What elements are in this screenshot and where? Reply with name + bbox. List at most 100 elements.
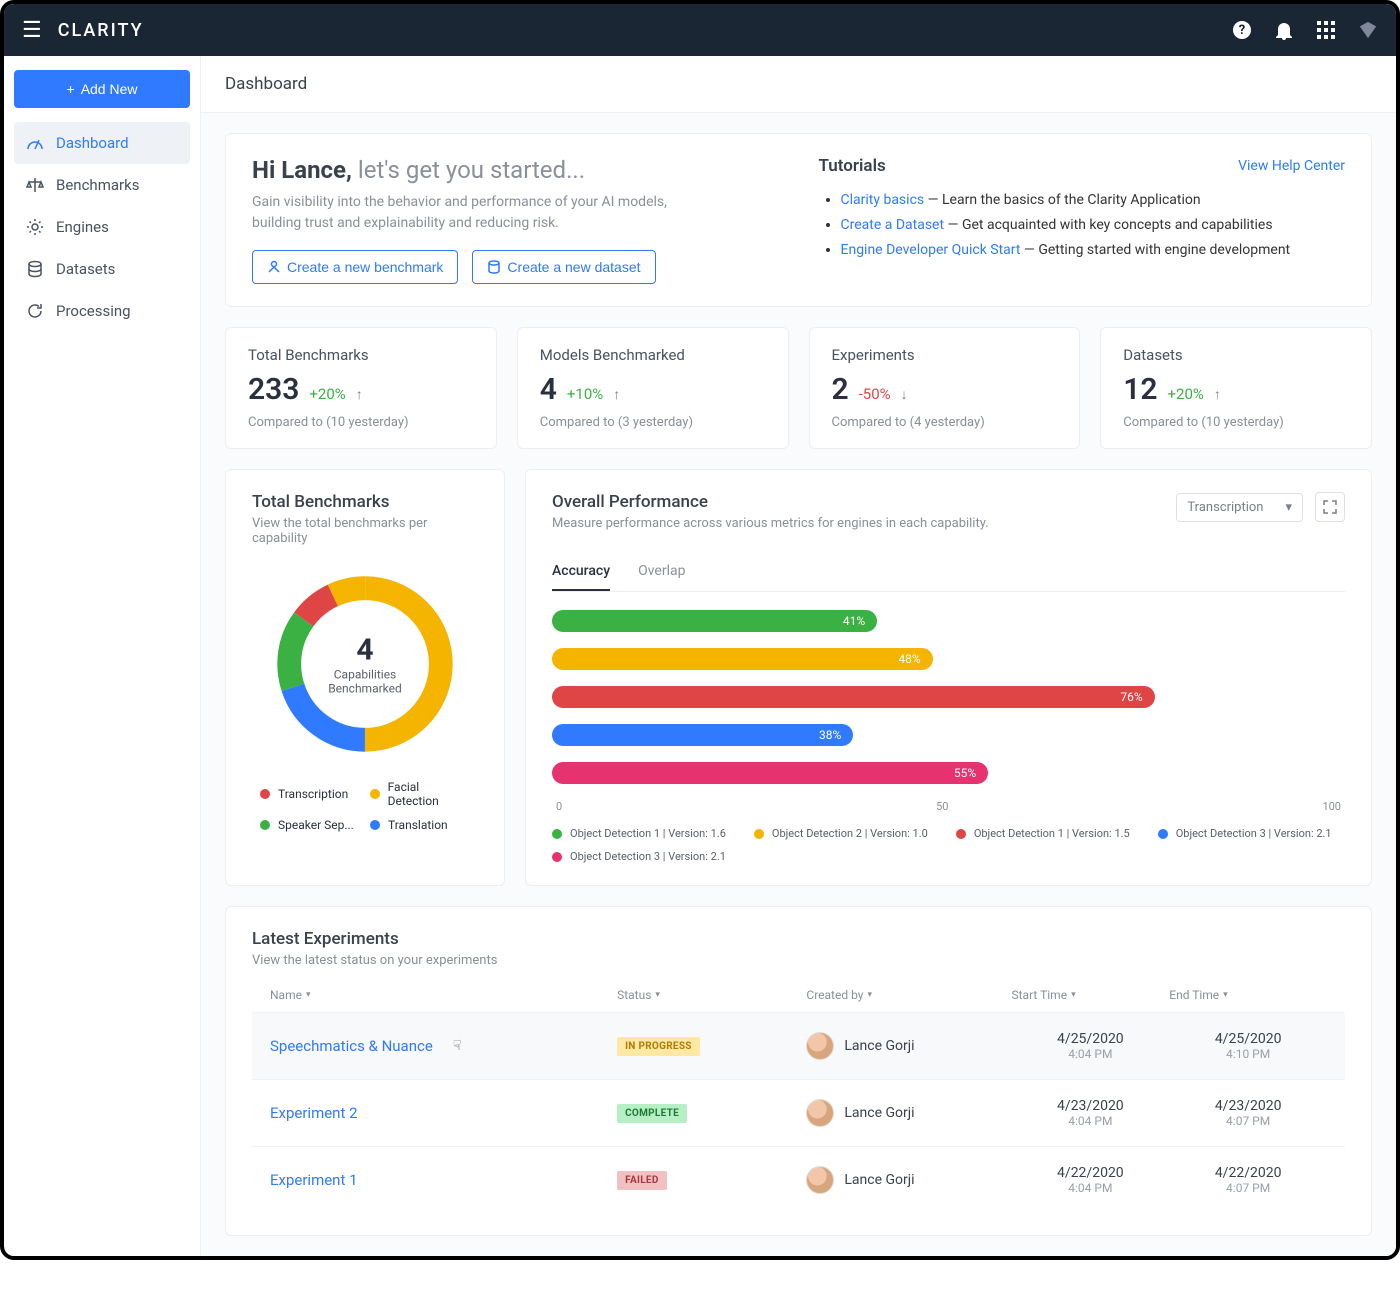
tab-overlap[interactable]: Overlap — [638, 563, 685, 591]
tutorial-item: Create a Dataset — Get acquainted with k… — [841, 213, 1346, 238]
expand-icon[interactable] — [1315, 492, 1345, 522]
stat-label: Datasets — [1123, 346, 1349, 364]
help-center-link[interactable]: View Help Center — [1238, 158, 1345, 174]
bar-row: 55% — [552, 762, 1345, 790]
main: Dashboard Hi Lance, let's get you starte… — [200, 56, 1396, 1256]
stat-value: 2 — [832, 372, 849, 407]
donut-center-value: 4 — [315, 633, 415, 668]
sort-caret-icon: ▾ — [1223, 990, 1228, 1000]
tutorial-desc: — Getting started with engine developmen… — [1020, 242, 1290, 258]
sidebar-item-dashboard[interactable]: Dashboard — [14, 122, 190, 164]
legend-dot-icon — [1158, 829, 1168, 839]
performance-tabs: Accuracy Overlap — [552, 563, 1345, 592]
col-name-header[interactable]: Name▾ — [270, 988, 617, 1002]
database-icon — [26, 260, 44, 278]
experiment-name-link[interactable]: Speechmatics & Nuance — [270, 1037, 433, 1055]
col-created-header[interactable]: Created by▾ — [806, 988, 1011, 1002]
arrow-up-icon: ↑ — [613, 386, 620, 403]
greeting-strong: Hi Lance, — [252, 156, 352, 184]
start-time: 4:04 PM — [1068, 1114, 1112, 1128]
stat-compare: Compared to (3 yesterday) — [540, 415, 766, 430]
stat-compare: Compared to (10 yesterday) — [1123, 415, 1349, 430]
create-dataset-button[interactable]: Create a new dataset — [472, 250, 655, 284]
sidebar-item-label: Benchmarks — [56, 176, 139, 194]
bar-row: 48% — [552, 648, 1345, 676]
legend-item: Object Detection 2 | Version: 1.0 — [754, 827, 928, 840]
bell-icon[interactable] — [1274, 20, 1294, 40]
start-date: 4/25/2020 — [1057, 1031, 1124, 1047]
bar: 38% — [552, 724, 853, 746]
gear-icon — [26, 218, 44, 236]
capability-select[interactable]: Transcription ▾ — [1176, 493, 1303, 522]
tutorial-link[interactable]: Engine Developer Quick Start — [841, 242, 1021, 258]
tutorials-list: Clarity basics — Learn the basics of the… — [819, 188, 1346, 264]
legend-dot-icon — [260, 820, 270, 830]
stat-delta: -50% — [859, 385, 891, 403]
experiment-name-link[interactable]: Experiment 2 — [270, 1104, 358, 1122]
add-new-label: Add New — [81, 81, 138, 97]
create-benchmark-label: Create a new benchmark — [287, 259, 443, 275]
sidebar-item-benchmarks[interactable]: Benchmarks — [14, 164, 190, 206]
hero-desc: Gain visibility into the behavior and pe… — [252, 192, 682, 234]
benchmark-icon — [267, 260, 281, 274]
greeting: Hi Lance, let's get you started... — [252, 156, 779, 184]
legend-item: Object Detection 3 | Version: 2.1 — [552, 850, 726, 863]
table-row[interactable]: Speechmatics & Nuance☟ IN PROGRESS Lance… — [252, 1012, 1345, 1079]
axis-tick: 100 — [1322, 800, 1341, 813]
gauge-icon — [26, 134, 44, 152]
performance-bars: 41%48%76%38%55% — [552, 610, 1345, 790]
sidebar-item-label: Dashboard — [56, 134, 129, 152]
legend-label: Facial Detection — [388, 780, 470, 808]
sort-caret-icon: ▾ — [867, 990, 872, 1000]
sidebar-item-engines[interactable]: Engines — [14, 206, 190, 248]
table-row[interactable]: Experiment 1 FAILED Lance Gorji 4/22/202… — [252, 1146, 1345, 1213]
add-new-button[interactable]: + Add New — [14, 70, 190, 108]
table-row[interactable]: Experiment 2 COMPLETE Lance Gorji 4/23/2… — [252, 1079, 1345, 1146]
legend-dot-icon — [754, 829, 764, 839]
status-badge: IN PROGRESS — [617, 1037, 700, 1056]
legend-label: Transcription — [278, 787, 348, 801]
status-badge: COMPLETE — [617, 1104, 687, 1123]
legend-label: Object Detection 3 | Version: 2.1 — [1176, 827, 1332, 840]
legend-dot-icon — [552, 852, 562, 862]
stat-compare: Compared to (10 yesterday) — [248, 415, 474, 430]
sidebar-item-processing[interactable]: Processing — [14, 290, 190, 332]
tutorial-link[interactable]: Create a Dataset — [841, 217, 945, 233]
legend-label: Object Detection 2 | Version: 1.0 — [772, 827, 928, 840]
sidebar-item-datasets[interactable]: Datasets — [14, 248, 190, 290]
donut-panel: Total Benchmarks View the total benchmar… — [225, 469, 505, 886]
stat-card: Datasets 12 +20% ↑ Compared to (10 yeste… — [1100, 327, 1372, 449]
hero-panel: Hi Lance, let's get you started... Gain … — [225, 133, 1372, 307]
tutorial-item: Engine Developer Quick Start — Getting s… — [841, 238, 1346, 263]
legend-dot-icon — [956, 829, 966, 839]
performance-legend: Object Detection 1 | Version: 1.6Object … — [552, 827, 1345, 863]
logo-icon[interactable] — [1358, 20, 1378, 40]
start-time: 4:04 PM — [1068, 1181, 1112, 1195]
sidebar-item-label: Processing — [56, 302, 131, 320]
sort-caret-icon: ▾ — [655, 990, 660, 1000]
experiment-name-link[interactable]: Experiment 1 — [270, 1171, 358, 1189]
create-benchmark-button[interactable]: Create a new benchmark — [252, 250, 458, 284]
col-end-header[interactable]: End Time▾ — [1169, 988, 1327, 1002]
table-header: Name▾ Status▾ Created by▾ Start Time▾ En… — [252, 978, 1345, 1012]
col-status-header[interactable]: Status▾ — [617, 988, 806, 1002]
tutorial-link[interactable]: Clarity basics — [841, 192, 925, 208]
legend-label: Object Detection 3 | Version: 2.1 — [570, 850, 726, 863]
col-start-header[interactable]: Start Time▾ — [1011, 988, 1169, 1002]
stat-delta: +20% — [309, 385, 345, 403]
avatar — [806, 1099, 834, 1127]
hamburger-icon[interactable]: ☰ — [22, 18, 42, 43]
scale-icon — [26, 176, 44, 194]
experiments-subtitle: View the latest status on your experimen… — [252, 953, 1345, 968]
help-icon[interactable]: ? — [1232, 20, 1252, 40]
apps-grid-icon[interactable] — [1316, 20, 1336, 40]
tab-accuracy[interactable]: Accuracy — [552, 563, 610, 591]
start-time: 4:04 PM — [1068, 1047, 1112, 1061]
experiments-panel: Latest Experiments View the latest statu… — [225, 906, 1372, 1236]
arrow-down-icon: ↓ — [901, 386, 908, 403]
sidebar-item-label: Engines — [56, 218, 109, 236]
bar: 76% — [552, 686, 1155, 708]
stat-card: Total Benchmarks 233 +20% ↑ Compared to … — [225, 327, 497, 449]
stat-label: Models Benchmarked — [540, 346, 766, 364]
legend-label: Speaker Sep... — [278, 818, 354, 832]
